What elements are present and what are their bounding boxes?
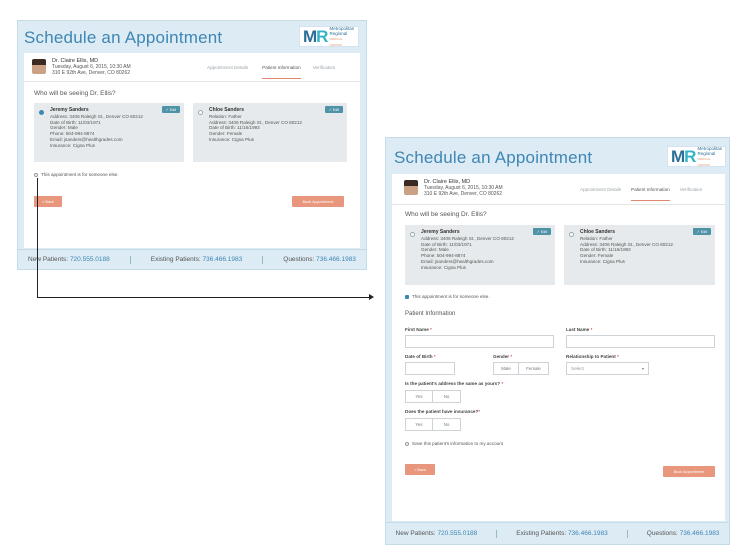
- checkbox-icon[interactable]: [405, 441, 409, 446]
- question: Who will be seeing Dr. Ellis?: [34, 90, 116, 97]
- progress-steps: Appointment Details Patient Information …: [207, 65, 335, 79]
- step-verification[interactable]: Verification: [680, 187, 702, 201]
- doctor-avatar: [32, 59, 46, 74]
- gender-female-option[interactable]: Female: [519, 363, 548, 374]
- flow-connector: [37, 297, 370, 298]
- book-appointment-button[interactable]: Book Appointment: [292, 196, 344, 207]
- existing-patients: Existing Patients: 736.466.1983: [516, 530, 608, 537]
- footer: New Patients: 720.555.0188 Existing Pati…: [18, 249, 366, 269]
- same-address-toggle[interactable]: Yes No: [405, 390, 461, 403]
- page-title: Schedule an Appointment: [394, 148, 593, 167]
- someone-else-checkbox[interactable]: This appointment is for someone else.: [405, 294, 490, 299]
- questions-phone: Questions: 736.466.1983: [283, 256, 356, 263]
- existing-patients: Existing Patients: 736.466.1983: [150, 256, 243, 263]
- question: Who will be seeing Dr. Ellis?: [405, 211, 487, 218]
- step-verification[interactable]: Verification: [313, 65, 335, 79]
- screen1-panel: Schedule an Appointment MR Metropolitan R…: [17, 20, 367, 270]
- step-patient-information[interactable]: Patient Information: [631, 187, 670, 201]
- page-title: Schedule an Appointment: [24, 28, 223, 47]
- patient-info-heading: Patient Information: [405, 311, 456, 317]
- patient-radio[interactable]: [569, 232, 574, 237]
- first-name-input[interactable]: [405, 335, 554, 348]
- edit-button[interactable]: ✓ Edit: [692, 228, 711, 235]
- no-option[interactable]: No: [433, 419, 460, 430]
- separator: [129, 255, 131, 264]
- patient-radio[interactable]: [410, 232, 415, 237]
- separator: [262, 255, 264, 264]
- gender-male-option[interactable]: Male: [494, 363, 520, 374]
- gender-label: Gender *: [493, 354, 513, 359]
- flow-connector: [37, 178, 38, 298]
- patient-radio[interactable]: [198, 110, 203, 115]
- someone-else-checkbox[interactable]: This appointment is for someone else.: [34, 172, 119, 177]
- content-area: Dr. Claire Ellis, MD Tuesday, August 6, …: [24, 53, 360, 248]
- last-name-label: Last Name *: [566, 327, 593, 332]
- new-patients: New Patients: 720.555.0188: [28, 256, 110, 263]
- edit-button[interactable]: ✓ Edit: [532, 228, 551, 235]
- patient-card[interactable]: Chloe Sanders Relation: Father Address: …: [193, 103, 347, 162]
- edit-button[interactable]: ✓ Edit: [161, 106, 180, 113]
- checkbox-icon[interactable]: [34, 172, 38, 177]
- logo: MR Metropolitan Regional MEDICAL CENTER: [667, 146, 726, 167]
- book-appointment-button[interactable]: Book Appointment: [663, 466, 715, 477]
- edit-button[interactable]: ✓ Edit: [324, 106, 343, 113]
- separator: [626, 529, 628, 538]
- dob-label: Date of Birth *: [405, 354, 436, 359]
- arrow-head-icon: [369, 294, 374, 300]
- patient-card[interactable]: Jeremy Sanders Address: 3406 Raleigh St.…: [405, 225, 555, 285]
- doctor-info: Dr. Claire Ellis, MD Tuesday, August 6, …: [52, 58, 131, 76]
- chevron-down-icon: ▾: [641, 366, 644, 371]
- last-name-input[interactable]: [566, 335, 715, 348]
- footer: New Patients: 720.555.0188 Existing Pati…: [386, 522, 729, 544]
- relationship-select[interactable]: Select ▾: [566, 362, 649, 375]
- screen2-panel: Schedule an Appointment MR Metropolitan R…: [385, 137, 730, 545]
- separator: [496, 529, 498, 538]
- doctor-info: Dr. Claire Ellis, MD Tuesday, August 6, …: [424, 179, 503, 197]
- same-address-label: Is the patient's address the same as you…: [405, 381, 504, 386]
- dob-input[interactable]: [405, 362, 455, 375]
- progress-steps: Appointment Details Patient Information …: [580, 187, 702, 201]
- step-appointment-details[interactable]: Appointment Details: [207, 65, 248, 79]
- relationship-label: Relationship to Patient *: [566, 354, 619, 359]
- gender-toggle[interactable]: Male Female: [493, 362, 549, 375]
- logo: MR Metropolitan Regional MEDICAL CENTER: [299, 26, 359, 47]
- back-button[interactable]: < Back: [34, 196, 62, 207]
- step-patient-information[interactable]: Patient Information: [262, 65, 301, 79]
- content-area: Dr. Claire Ellis, MD Tuesday, August 6, …: [392, 174, 725, 521]
- divider: [24, 81, 360, 82]
- save-info-checkbox[interactable]: Save this patient's information to my ac…: [405, 441, 503, 446]
- patient-card[interactable]: Chloe Sanders Relation: Father Address: …: [564, 225, 715, 285]
- yes-option[interactable]: Yes: [406, 391, 434, 402]
- yes-option[interactable]: Yes: [406, 419, 434, 430]
- back-button[interactable]: < Back: [405, 464, 435, 475]
- patient-card[interactable]: Jeremy Sanders Address: 3406 Raleigh St.…: [34, 103, 184, 162]
- no-option[interactable]: No: [433, 391, 460, 402]
- insurance-label: Does the patient have insurance?*: [405, 409, 481, 414]
- questions-phone: Questions: 736.466.1983: [646, 530, 720, 537]
- checkbox-checked-icon[interactable]: [405, 294, 409, 299]
- new-patients: New Patients: 720.555.0188: [395, 530, 478, 537]
- insurance-toggle[interactable]: Yes No: [405, 418, 461, 431]
- doctor-avatar: [404, 180, 418, 195]
- step-appointment-details[interactable]: Appointment Details: [580, 187, 621, 201]
- patient-radio[interactable]: [39, 110, 44, 115]
- divider: [392, 204, 725, 205]
- first-name-label: First Name *: [405, 327, 432, 332]
